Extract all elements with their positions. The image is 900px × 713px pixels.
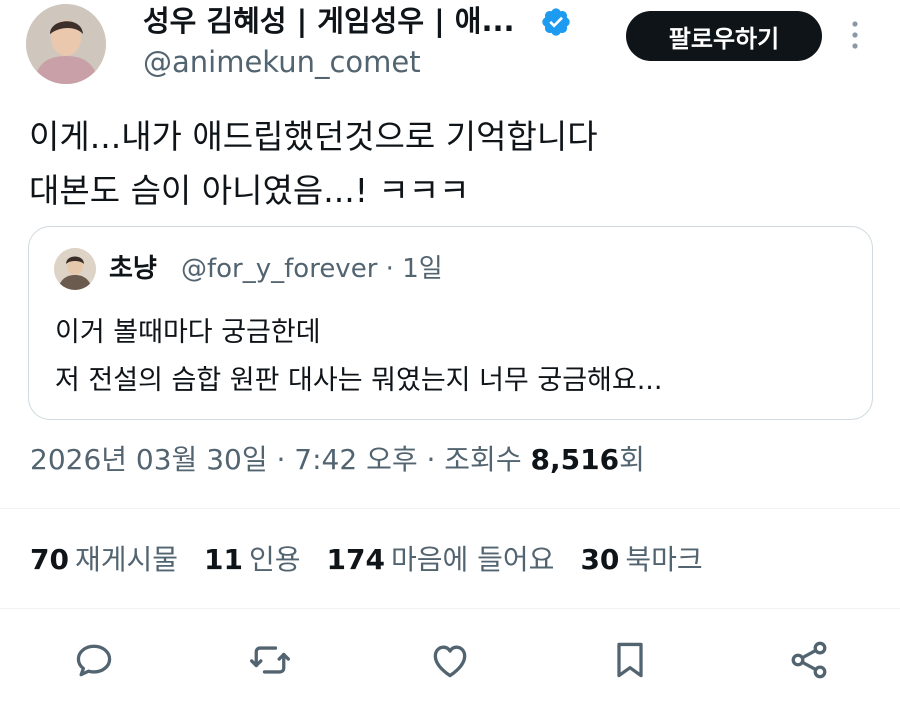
author-display-name[interactable]: 성우 김혜성 | 게임성우 | 애... — [143, 2, 515, 40]
bookmarks-count: 30 — [580, 543, 620, 576]
meta-separator: · — [385, 254, 403, 284]
author-avatar[interactable] — [26, 4, 106, 84]
quoted-author-avatar[interactable] — [54, 248, 96, 290]
reposts-stat[interactable]: 70 재게시물 — [30, 543, 204, 576]
quoted-author-handle: @for_y_forever — [181, 254, 378, 284]
divider — [0, 608, 900, 609]
view-count: 8,516 — [530, 443, 620, 476]
quotes-count: 11 — [204, 543, 243, 576]
reply-icon — [76, 644, 112, 677]
bookmark-button[interactable] — [608, 638, 652, 682]
view-count-suffix: 회 — [619, 443, 645, 476]
follow-button[interactable]: 팔로우하기 — [626, 11, 822, 61]
divider — [0, 508, 900, 509]
quoted-tweet-time: 1일 — [402, 254, 443, 284]
repost-button[interactable] — [248, 638, 292, 682]
quoted-author-meta: @for_y_forever · 1일 — [181, 251, 443, 287]
quoted-author-name: 초냥 — [109, 254, 157, 284]
repost-icon — [250, 646, 290, 674]
more-options-icon[interactable] — [845, 17, 865, 53]
reposts-label: 재게시물 — [74, 543, 179, 576]
likes-label: 마음에 들어요 — [390, 543, 555, 576]
reply-button[interactable] — [72, 638, 116, 682]
bookmarks-stat[interactable]: 30 북마크 — [580, 543, 728, 576]
likes-count: 174 — [326, 543, 385, 576]
bookmark-icon — [617, 642, 643, 678]
quotes-label: 인용 — [248, 543, 301, 576]
quoted-tweet[interactable]: 초냥 @for_y_forever · 1일 이거 볼때마다 궁금한데 저 전설… — [28, 226, 873, 420]
share-button[interactable] — [787, 638, 831, 682]
bookmarks-label: 북마크 — [625, 543, 703, 576]
avatar-image — [26, 4, 106, 84]
like-button[interactable] — [428, 638, 472, 682]
tweet-timestamp: 2026년 03월 30일 · 7:42 오후 · 조회수 8,516회 — [30, 440, 645, 480]
author-handle[interactable]: @animekun_comet — [143, 44, 421, 80]
quoted-tweet-text: 이거 볼때마다 궁금한데 저 전설의 슴합 원판 대사는 뭐였는지 너무 궁금해… — [55, 317, 663, 396]
timestamp-text: 2026년 03월 30일 · 7:42 오후 · 조회수 — [30, 443, 531, 476]
like-icon — [433, 645, 467, 678]
quoted-avatar-image — [54, 248, 96, 290]
share-icon — [791, 641, 827, 679]
likes-stat[interactable]: 174 마음에 들어요 — [327, 543, 581, 576]
reposts-count: 70 — [30, 543, 69, 576]
quotes-stat[interactable]: 11 인용 — [204, 543, 327, 576]
tweet-text: 이게...내가 애드립했던것으로 기억합니다 대본도 슴이 아니였음...! ㅋ… — [29, 117, 598, 210]
verified-badge-icon — [542, 8, 570, 36]
engagement-stats: 70 재게시물 11 인용 174 마음에 들어요 30 북마크 — [30, 540, 729, 580]
